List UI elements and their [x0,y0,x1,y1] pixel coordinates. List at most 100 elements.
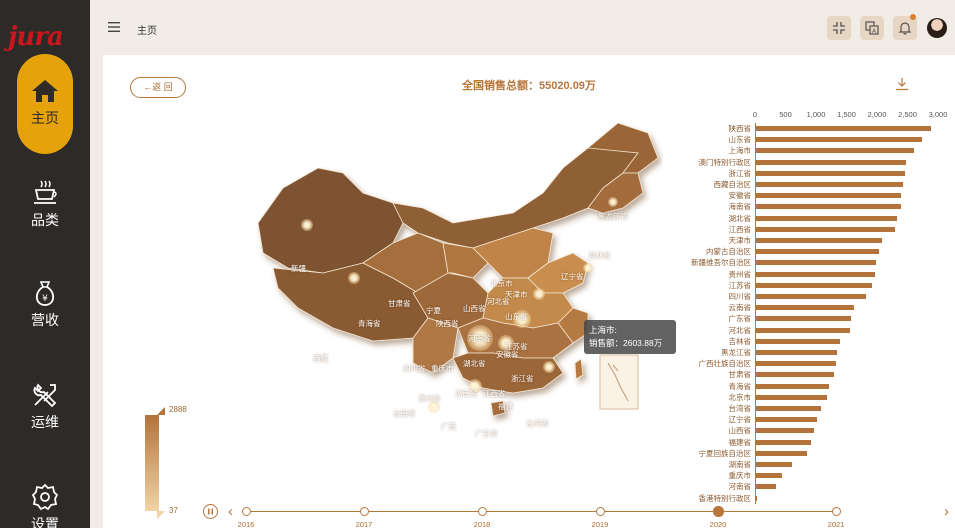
notification-button[interactable] [893,14,917,40]
bar-row[interactable]: 甘肃省 [688,369,950,380]
nav-item-revenue[interactable]: ¥ 营收 [0,278,90,330]
bar-row[interactable]: 青海省 [688,381,950,392]
bar-row[interactable]: 广西壮族自治区 [688,358,950,369]
bar-row[interactable]: 湖北省 [688,213,950,224]
tooltip-title: 上海市: [589,325,617,335]
bar-row[interactable]: 陕西省 [688,123,950,134]
prev-arrow-icon[interactable]: ‹ [228,503,233,520]
bar[interactable] [755,294,867,299]
timeline-year-label: 2018 [473,520,491,528]
bar-row[interactable]: 宁夏回族自治区 [688,448,950,459]
bar-row[interactable]: 江苏省 [688,280,950,291]
bar[interactable] [755,215,898,221]
tools-icon [33,383,57,408]
bar-row[interactable]: 台湾省 [688,403,950,414]
bar-row[interactable]: 广东省 [688,313,950,324]
timeline-node[interactable] [595,507,605,516]
china-map[interactable]: 新疆 西藏 青海省 甘肃省 宁夏 陕西省 山西省 河南省 北京市 天津市 河北省… [243,113,663,523]
bar-row[interactable]: 北京市 [688,392,950,403]
bar[interactable] [755,226,896,232]
bar[interactable] [755,249,880,255]
bar[interactable] [755,350,837,355]
sales-bar-chart[interactable]: 0 500 1,000 1,500 2,000 2,500 3,000 陕西省 山东省 上海市 澳门… [688,107,950,528]
next-arrow-icon[interactable]: › [944,503,949,520]
bar-row[interactable]: 澳门特别行政区 [688,157,950,168]
bar[interactable] [755,428,814,434]
bar-row[interactable]: 新疆维吾尔自治区 [688,257,950,268]
bar[interactable] [755,170,906,176]
bar-row[interactable]: 山西省 [688,425,950,436]
timeline-node[interactable] [477,507,487,516]
bar[interactable] [755,305,854,311]
timeline-node[interactable] [712,506,724,517]
bar[interactable] [755,282,873,288]
bar[interactable] [755,372,834,378]
download-icon[interactable] [895,77,909,91]
avatar[interactable] [927,18,947,38]
collapse-button[interactable] [827,16,851,40]
nav-item-settings[interactable]: 设置 [0,482,90,528]
nav-item-home[interactable]: 主页 [17,54,73,154]
bar-row[interactable]: 四川省 [688,291,950,302]
nav-item-category[interactable]: 品类 [0,178,90,230]
bar-row[interactable]: 贵州省 [688,269,950,280]
bar-row[interactable]: 安徽省 [688,190,950,201]
nav-item-ops[interactable]: 运维 [0,380,90,432]
bar[interactable] [755,361,837,367]
legend-handle-top[interactable] [157,407,165,415]
bar[interactable] [755,406,822,411]
translate-button[interactable]: A [860,16,884,40]
bar-row[interactable]: 福建省 [688,437,950,448]
bar[interactable] [755,338,841,344]
bar[interactable] [755,159,907,165]
bar[interactable] [755,473,783,479]
bar-row[interactable]: 上海市 [688,145,950,156]
bar-row[interactable]: 天津市 [688,235,950,246]
bar-row[interactable]: 海南省 [688,201,950,212]
bar[interactable] [755,439,812,445]
pause-icon [208,508,213,515]
map-label: 重庆市 [431,364,454,373]
bar[interactable] [755,193,902,199]
money-bag-icon: ¥ [35,281,55,306]
map-label: 台湾省 [526,419,549,428]
bar-row[interactable]: 浙江省 [688,168,950,179]
breadcrumb[interactable]: 主页 [137,22,157,37]
bar[interactable] [755,484,777,490]
timeline-node[interactable] [359,507,369,516]
menu-icon[interactable] [108,22,120,32]
bar-row[interactable]: 河北省 [688,325,950,336]
bar-row[interactable]: 重庆市 [688,470,950,481]
bar-row[interactable]: 河南省 [688,481,950,492]
legend-handle-bottom[interactable] [157,511,165,519]
timeline-node[interactable] [831,507,841,516]
bar[interactable] [755,383,830,389]
bar[interactable] [755,417,817,423]
bar[interactable] [755,450,808,456]
bar[interactable] [755,148,914,154]
bar[interactable] [755,316,852,322]
timeline-node[interactable] [241,507,251,516]
bar[interactable] [755,462,793,467]
bar[interactable] [755,137,923,143]
bar-row[interactable]: 湖南省 [688,459,950,470]
legend-gradient[interactable] [145,415,159,511]
bar-row[interactable]: 西藏自治区 [688,179,950,190]
bar[interactable] [755,126,931,131]
bar-row[interactable]: 吉林省 [688,336,950,347]
bar-row[interactable]: 内蒙古自治区 [688,246,950,257]
bar[interactable] [755,238,882,243]
bar[interactable] [755,327,851,333]
pause-button[interactable] [203,504,218,519]
timeline-year-label: 2021 [827,520,845,528]
bar-row[interactable]: 黑龙江省 [688,347,950,358]
bar-row[interactable]: 山东省 [688,134,950,145]
bar-row[interactable]: 云南省 [688,302,950,313]
bar[interactable] [755,204,901,210]
bar-row[interactable]: 江西省 [688,224,950,235]
bar[interactable] [755,182,903,187]
bar[interactable] [755,271,876,277]
bar[interactable] [755,394,827,400]
bar[interactable] [755,260,877,266]
bar-row[interactable]: 辽宁省 [688,414,950,425]
